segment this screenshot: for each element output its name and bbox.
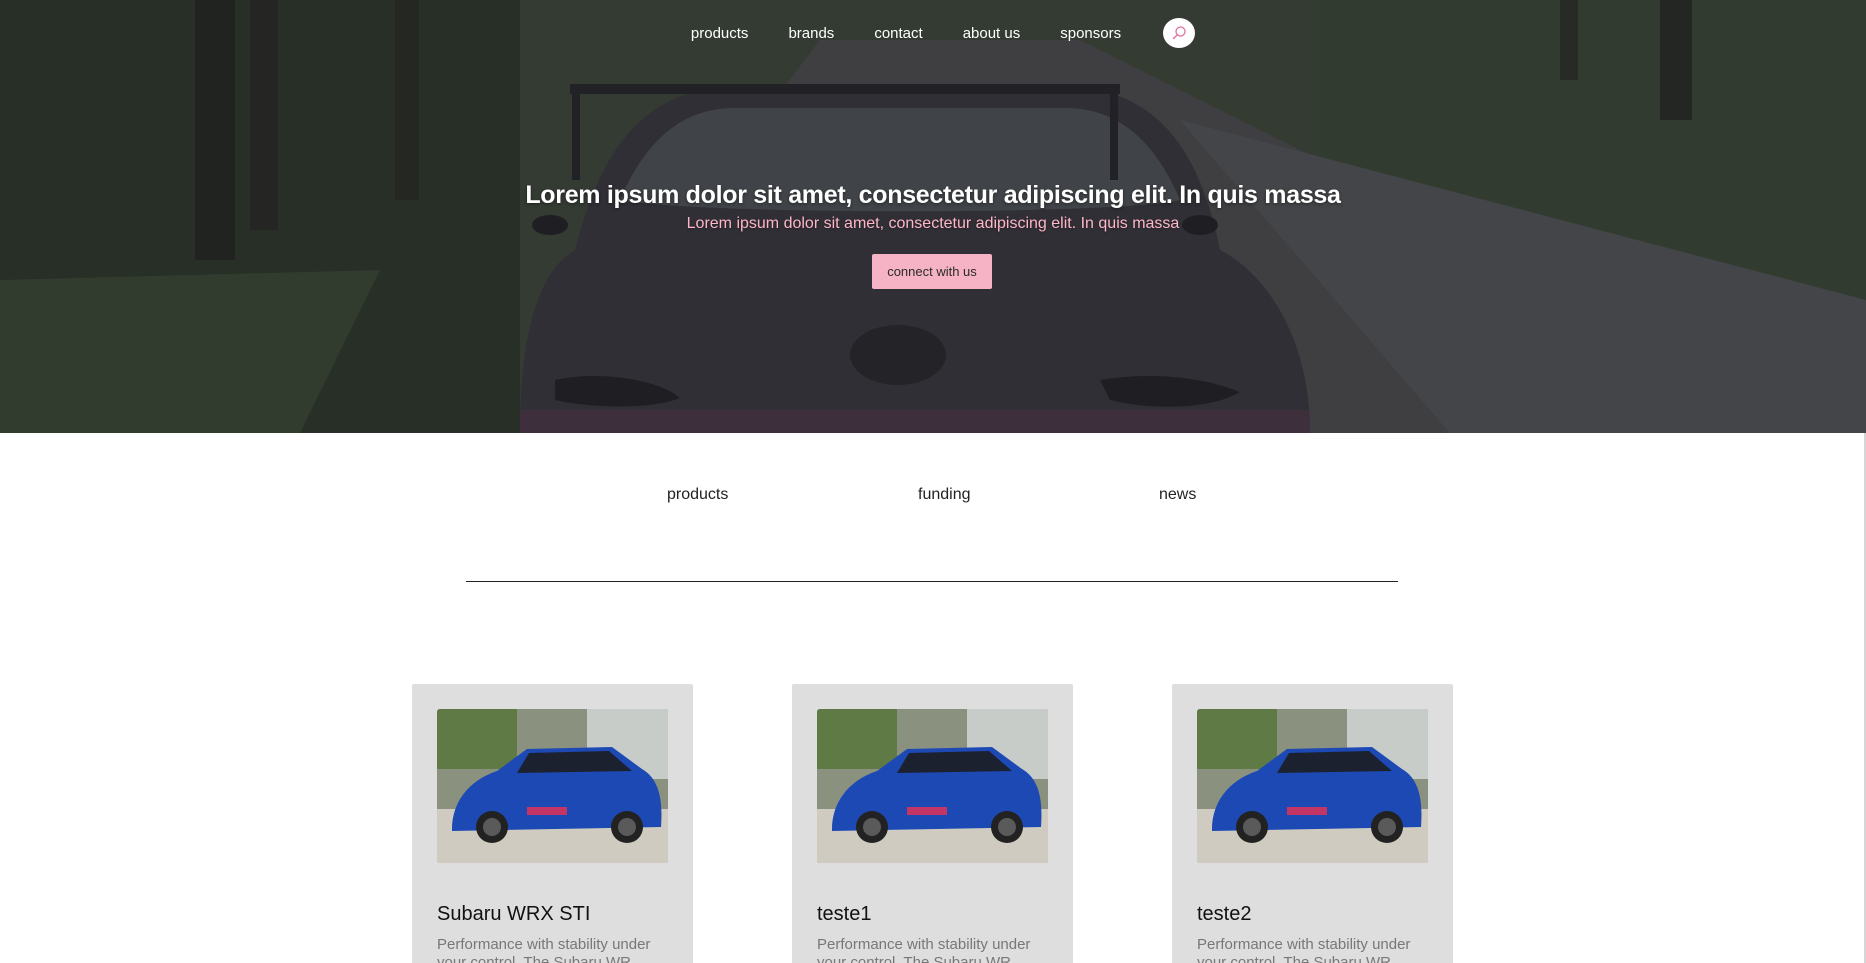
section-divider	[466, 581, 1398, 582]
connect-with-us-button[interactable]: connect with us	[872, 254, 992, 289]
tab-news[interactable]: news	[1159, 486, 1196, 504]
search-icon	[1172, 26, 1186, 40]
section-tabs: products funding news	[0, 486, 1866, 510]
nav-item-products[interactable]: products	[691, 25, 749, 42]
hero-title: Lorem ipsum dolor sit amet, consectetur …	[525, 181, 1341, 209]
product-title: Subaru WRX STI	[437, 903, 591, 925]
hero-banner: products brands contact about us sponsor…	[0, 0, 1866, 433]
product-description: Performance with stability under your co…	[1197, 936, 1411, 963]
product-description: Performance with stability under your co…	[817, 936, 1031, 963]
product-title: teste1	[817, 903, 872, 925]
product-card[interactable]: teste1 Performance with stability under …	[792, 684, 1073, 963]
product-image	[817, 709, 1048, 863]
product-image	[1197, 709, 1428, 863]
tab-funding[interactable]: funding	[918, 486, 971, 504]
search-button[interactable]	[1163, 18, 1196, 48]
nav-item-brands[interactable]: brands	[788, 25, 834, 42]
product-card[interactable]: teste2 Performance with stability under …	[1172, 684, 1453, 963]
top-navigation: products brands contact about us sponsor…	[0, 18, 1866, 48]
product-description: Performance with stability under your co…	[437, 936, 651, 963]
nav-item-contact[interactable]: contact	[874, 25, 922, 42]
product-card[interactable]: Subaru WRX STI Performance with stabilit…	[412, 684, 693, 963]
product-image	[437, 709, 668, 863]
hero-subtitle: Lorem ipsum dolor sit amet, consectetur …	[686, 215, 1180, 232]
nav-item-sponsors[interactable]: sponsors	[1060, 25, 1121, 42]
nav-item-about-us[interactable]: about us	[963, 25, 1021, 42]
tab-products[interactable]: products	[667, 486, 728, 504]
product-title: teste2	[1197, 903, 1252, 925]
